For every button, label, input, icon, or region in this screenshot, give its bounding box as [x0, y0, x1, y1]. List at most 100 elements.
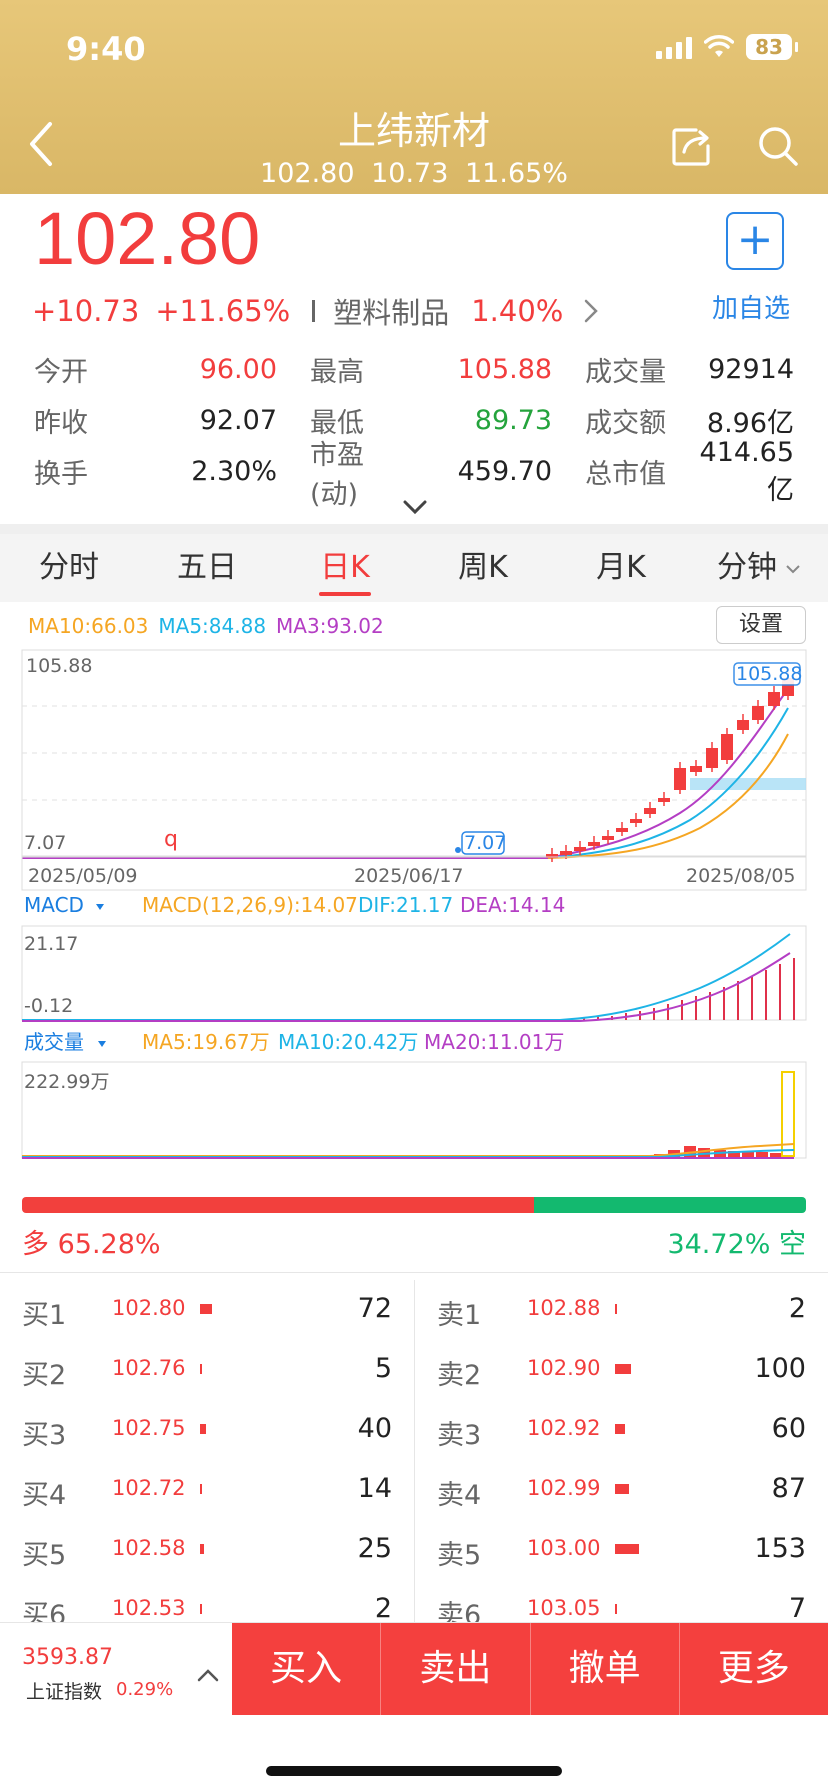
- order-volume-bar: [615, 1304, 617, 1314]
- tab-period[interactable]: 月K: [552, 534, 690, 602]
- sell-order-row[interactable]: 卖1 102.88 2: [415, 1280, 828, 1340]
- candle-body: [737, 720, 749, 730]
- order-volume-bar: [200, 1424, 206, 1434]
- stat-value: 92914: [708, 354, 795, 385]
- wifi-icon: [704, 35, 734, 57]
- tab-period[interactable]: 五日: [138, 534, 276, 602]
- change-row: +10.73 +11.65% 塑料制品 1.40%: [32, 290, 599, 332]
- candle-body: [721, 734, 733, 760]
- order-price: 102.58: [112, 1536, 186, 1560]
- tab-period[interactable]: 周K: [414, 534, 552, 602]
- tab-label: 日K: [320, 550, 370, 585]
- order-level-label: 卖2: [437, 1360, 482, 1391]
- trade-action-button[interactable]: 撤单: [529, 1623, 679, 1715]
- tab-period[interactable]: 分时: [0, 534, 138, 602]
- candle-body: [706, 748, 718, 768]
- buy-orders: 买1 102.80 72 买2 102.76 5 买3 102.75 40 买4 102.72 14 买…: [0, 1280, 414, 1640]
- share-icon[interactable]: [670, 124, 714, 168]
- candle-body: [616, 828, 628, 832]
- chart-settings-button[interactable]: 设置: [716, 606, 806, 644]
- high-marker-text: 105.88: [736, 663, 802, 685]
- volume-frame: [21, 1061, 807, 1159]
- status-icons: 83: [656, 34, 798, 60]
- stat-value: 414.65亿: [699, 436, 795, 506]
- price-change: +10.73: [32, 294, 140, 328]
- tab-label: 周K: [458, 550, 508, 585]
- kline-low-point: [455, 847, 461, 853]
- order-volume: 7: [788, 1593, 806, 1624]
- price-change-pct: +11.65%: [155, 294, 291, 328]
- stat-label: 换手: [34, 459, 88, 490]
- dea-line: [22, 952, 791, 1022]
- divider: [0, 1272, 828, 1273]
- index-value[interactable]: 3593.87: [22, 1645, 113, 1670]
- sector-change-pct: 1.40%: [471, 294, 564, 328]
- kline-ma-legend: MA10:66.03 MA5:84.88 MA3:93.02: [28, 614, 384, 638]
- stock-chart[interactable]: 105.88 7.07 q 7.07 105.88 2025/05/09 202…: [0, 648, 828, 1168]
- stat-value: 96.00: [199, 354, 277, 385]
- chevron-up-icon[interactable]: [196, 1667, 220, 1683]
- tab-label: 月K: [596, 550, 646, 585]
- sell-order-row[interactable]: 卖2 102.90 100: [415, 1340, 828, 1400]
- sell-order-row[interactable]: 卖3 102.92 60: [415, 1400, 828, 1460]
- sell-order-row[interactable]: 卖5 103.00 153: [415, 1520, 828, 1580]
- candle-body: [644, 808, 656, 814]
- buy-order-row[interactable]: 买2 102.76 5: [0, 1340, 414, 1400]
- buy-order-row[interactable]: 买1 102.80 72: [0, 1280, 414, 1340]
- ma5-label: MA5:84.88: [158, 614, 267, 638]
- volume-title[interactable]: 成交量: [24, 1030, 84, 1054]
- order-level-label: 卖5: [437, 1540, 482, 1571]
- chevron-right-icon[interactable]: [583, 298, 599, 324]
- chevron-down-icon: [786, 564, 800, 573]
- trade-action-button[interactable]: 买入: [232, 1623, 380, 1715]
- tab-label: 分时: [39, 550, 99, 585]
- order-level-label: 买5: [22, 1540, 67, 1571]
- long-ratio-fill: [22, 1197, 534, 1213]
- kline-date-end: 2025/08/05: [686, 865, 796, 887]
- order-volume: 2: [788, 1293, 806, 1324]
- buy-order-row[interactable]: 买3 102.75 40: [0, 1400, 414, 1460]
- macd-title[interactable]: MACD: [24, 893, 84, 917]
- tab-period[interactable]: 分钟: [690, 534, 828, 602]
- add-watchlist-button[interactable]: +: [726, 212, 784, 270]
- candle-body: [630, 819, 642, 823]
- short-ratio-label: 34.72% 空: [667, 1229, 806, 1260]
- low-marker-text: 7.07: [464, 832, 506, 854]
- volume-dropdown-icon[interactable]: [98, 1041, 106, 1047]
- buy-order-row[interactable]: 买4 102.72 14: [0, 1460, 414, 1520]
- tab-period[interactable]: 日K: [276, 534, 414, 602]
- macd-dropdown-icon[interactable]: [96, 904, 104, 910]
- order-price: 102.92: [527, 1416, 601, 1440]
- volume-ma10: MA10:20.42万: [278, 1030, 418, 1054]
- order-volume-bar: [615, 1544, 639, 1554]
- order-price: 103.00: [527, 1536, 601, 1560]
- app-header: 9:40 83 上纬新材 102.80 10.73 11.65%: [0, 0, 828, 194]
- long-ratio-label: 多 65.28%: [22, 1229, 161, 1260]
- trade-action-button[interactable]: 更多: [678, 1623, 828, 1715]
- sell-order-row[interactable]: 卖4 102.99 87: [415, 1460, 828, 1520]
- stat-label: 总市值: [585, 459, 667, 490]
- separator: [312, 300, 316, 322]
- header-change: 10.73: [371, 158, 449, 189]
- order-price: 102.53: [112, 1596, 186, 1620]
- sector-name[interactable]: 塑料制品: [333, 290, 449, 332]
- chart-period-tabs: 分时 五日 日K 周K 月K 分钟: [0, 534, 828, 602]
- stat-value: 459.70: [457, 456, 553, 487]
- buy-order-row[interactable]: 买5 102.58 25: [0, 1520, 414, 1580]
- expand-chevron-icon[interactable]: [402, 498, 428, 516]
- stat-label: 市盈(动): [310, 439, 364, 510]
- trade-action-button[interactable]: 卖出: [380, 1623, 529, 1715]
- macd-bottom-label: -0.12: [24, 995, 73, 1017]
- order-price: 102.88: [527, 1296, 601, 1320]
- stats-row: 今开 96.00 最高 105.88 成交量 92914: [34, 344, 794, 395]
- order-volume-bar: [615, 1424, 625, 1434]
- index-name[interactable]: 上证指数: [26, 1677, 102, 1704]
- macd-frame: [21, 925, 807, 1021]
- bottom-trade-bar: 3593.87 上证指数 0.29% 买入 卖出 撤单 更多: [0, 1622, 828, 1715]
- kline-candles: [546, 672, 794, 862]
- order-price: 102.72: [112, 1476, 186, 1500]
- order-level-label: 买3: [22, 1420, 67, 1451]
- search-icon[interactable]: [756, 124, 800, 168]
- add-watchlist-label[interactable]: 加自选: [712, 288, 790, 325]
- order-price: 102.75: [112, 1416, 186, 1440]
